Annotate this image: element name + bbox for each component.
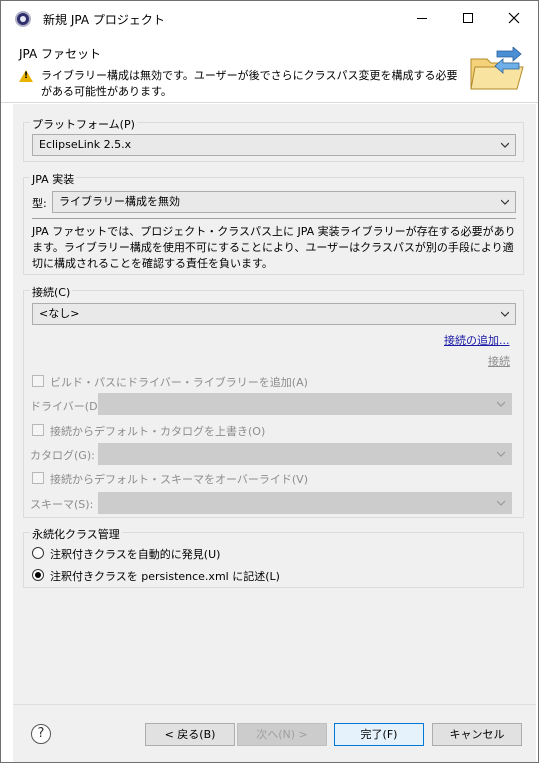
implementation-label: JPA 実装 — [30, 171, 77, 187]
chevron-down-icon — [497, 451, 505, 457]
wizard-header: JPA ファセット ライブラリー構成は無効です。ユーザーが後でさらにクラスパス変… — [1, 37, 538, 103]
driver-checkbox[interactable] — [32, 375, 44, 387]
warning-message: ライブラリー構成は無効です。ユーザーが後でさらにクラスパス変更を構成する必要があ… — [41, 69, 458, 98]
implementation-type-value: ライブラリー構成を無効 — [59, 195, 180, 208]
platform-label: プラットフォーム(P) — [30, 116, 137, 132]
finish-button[interactable]: 完了(F) — [334, 723, 424, 746]
minimize-icon — [417, 17, 427, 19]
chevron-down-icon — [501, 311, 509, 317]
connection-label: 接続(C) — [30, 284, 73, 300]
driver-select[interactable] — [98, 393, 512, 415]
driver-label: ドライバー(D): — [30, 400, 106, 413]
connect-link[interactable]: 接続 — [488, 353, 510, 369]
separator — [32, 218, 516, 219]
schema-select[interactable] — [98, 492, 512, 514]
chevron-down-icon — [501, 199, 509, 205]
page-title: JPA ファセット — [19, 47, 102, 61]
type-label: 型: — [32, 197, 47, 210]
close-icon — [508, 12, 520, 24]
add-connection-link[interactable]: 接続の追加... — [444, 332, 510, 348]
folder-arrows-icon — [470, 47, 524, 90]
help-icon[interactable]: ? — [31, 724, 51, 744]
maximize-icon — [463, 13, 473, 23]
title-bar: 新規 JPA プロジェクト — [1, 1, 538, 37]
schema-checkbox[interactable] — [32, 472, 44, 484]
catalog-select[interactable] — [98, 443, 512, 465]
maximize-button[interactable] — [445, 1, 491, 35]
platform-value: EclipseLink 2.5.x — [39, 138, 132, 151]
close-button[interactable] — [491, 1, 537, 35]
discover-radio-label: 注釈付きクラスを自動的に発見(U) — [50, 548, 221, 561]
warning-icon — [19, 70, 33, 82]
connection-value: <なし> — [39, 307, 80, 320]
minimize-button[interactable] — [399, 1, 445, 35]
implementation-description: JPA ファセットでは、プロジェクト・クラスパス上に JPA 実装ライブラリーが… — [32, 225, 516, 270]
platform-group: プラットフォーム(P) EclipseLink 2.5.x — [23, 116, 524, 162]
list-radio[interactable] — [32, 569, 44, 581]
catalog-checkbox[interactable] — [32, 424, 44, 436]
connection-group: 接続(C) <なし> 接続の追加... 接続 ビルド・パスにドライバー・ライブラ… — [23, 284, 524, 518]
persistence-label: 永続化クラス管理 — [30, 526, 122, 542]
back-button[interactable]: < 戻る(B) — [145, 723, 235, 746]
catalog-checkbox-label: 接続からデフォルト・カタログを上書き(O) — [50, 425, 266, 438]
implementation-type-select[interactable]: ライブラリー構成を無効 — [52, 191, 516, 213]
chevron-down-icon — [497, 500, 505, 506]
catalog-label: カタログ(G): — [30, 449, 95, 462]
schema-label: スキーマ(S): — [30, 498, 94, 511]
chevron-down-icon — [501, 142, 509, 148]
next-button[interactable]: 次へ(N) > — [237, 723, 327, 746]
driver-checkbox-label: ビルド・パスにドライバー・ライブラリーを追加(A) — [50, 376, 308, 389]
wizard-footer: ? < 戻る(B) 次へ(N) > 完了(F) キャンセル — [13, 704, 536, 762]
schema-checkbox-label: 接続からデフォルト・スキーマをオーバーライド(V) — [50, 473, 308, 486]
list-radio-label: 注釈付きクラスを persistence.xml に記述(L) — [50, 570, 280, 583]
connection-select[interactable]: <なし> — [32, 303, 516, 325]
window-title: 新規 JPA プロジェクト — [43, 13, 165, 27]
platform-select[interactable]: EclipseLink 2.5.x — [32, 134, 516, 156]
wizard-content: プラットフォーム(P) EclipseLink 2.5.x JPA 実装 型: … — [13, 104, 536, 704]
wizard-window: 新規 JPA プロジェクト JPA ファセット ライブラリー構成は無効です。ユー… — [0, 0, 539, 763]
implementation-group: JPA 実装 型: ライブラリー構成を無効 JPA ファセットでは、プロジェクト… — [23, 171, 524, 275]
discover-radio[interactable] — [32, 547, 44, 559]
chevron-down-icon — [497, 401, 505, 407]
cancel-button[interactable]: キャンセル — [432, 723, 522, 746]
persistence-group: 永続化クラス管理 注釈付きクラスを自動的に発見(U) 注釈付きクラスを pers… — [23, 526, 524, 588]
eclipse-icon — [15, 11, 31, 27]
